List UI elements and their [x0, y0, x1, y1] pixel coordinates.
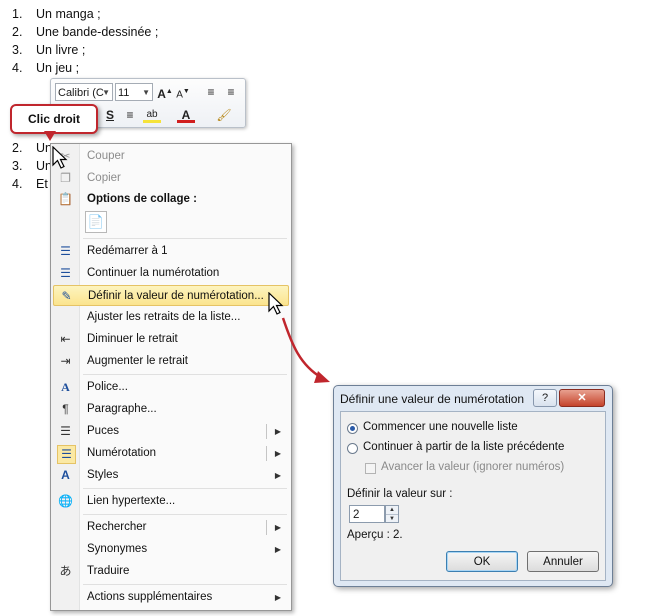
- spin-down-icon[interactable]: ▼: [386, 514, 398, 523]
- dialog-title: Définir une valeur de numérotation: [340, 392, 525, 406]
- radio-continue-list-label[interactable]: Continuer à partir de la liste précédent…: [363, 441, 564, 453]
- radio-new-list-label[interactable]: Commencer une nouvelle liste: [363, 421, 518, 433]
- ok-button[interactable]: OK: [446, 551, 518, 572]
- numbering-value-spinner: ▲ ▼: [385, 505, 399, 523]
- dialog-body: Commencer une nouvelle liste Continuer à…: [340, 411, 606, 581]
- cancel-button[interactable]: Annuler: [527, 551, 599, 572]
- numbering-value-input[interactable]: 2: [349, 505, 385, 523]
- value-label: Définir la valeur sur :: [347, 488, 453, 500]
- help-button[interactable]: ?: [533, 389, 557, 407]
- close-button[interactable]: ✕: [559, 389, 605, 407]
- radio-continue-list[interactable]: [347, 443, 358, 454]
- close-icon: ✕: [577, 392, 587, 404]
- radio-new-list[interactable]: [347, 423, 358, 434]
- preview-text: Aperçu : 2.: [347, 529, 403, 541]
- checkbox-advance-value-label: Avancer la valeur (ignorer numéros): [381, 461, 565, 473]
- help-icon: ?: [541, 392, 549, 404]
- set-numbering-value-dialog: Définir une valeur de numérotation ? ✕ C…: [333, 385, 613, 587]
- checkbox-advance-value[interactable]: [365, 463, 376, 474]
- spin-up-icon[interactable]: ▲: [386, 506, 398, 514]
